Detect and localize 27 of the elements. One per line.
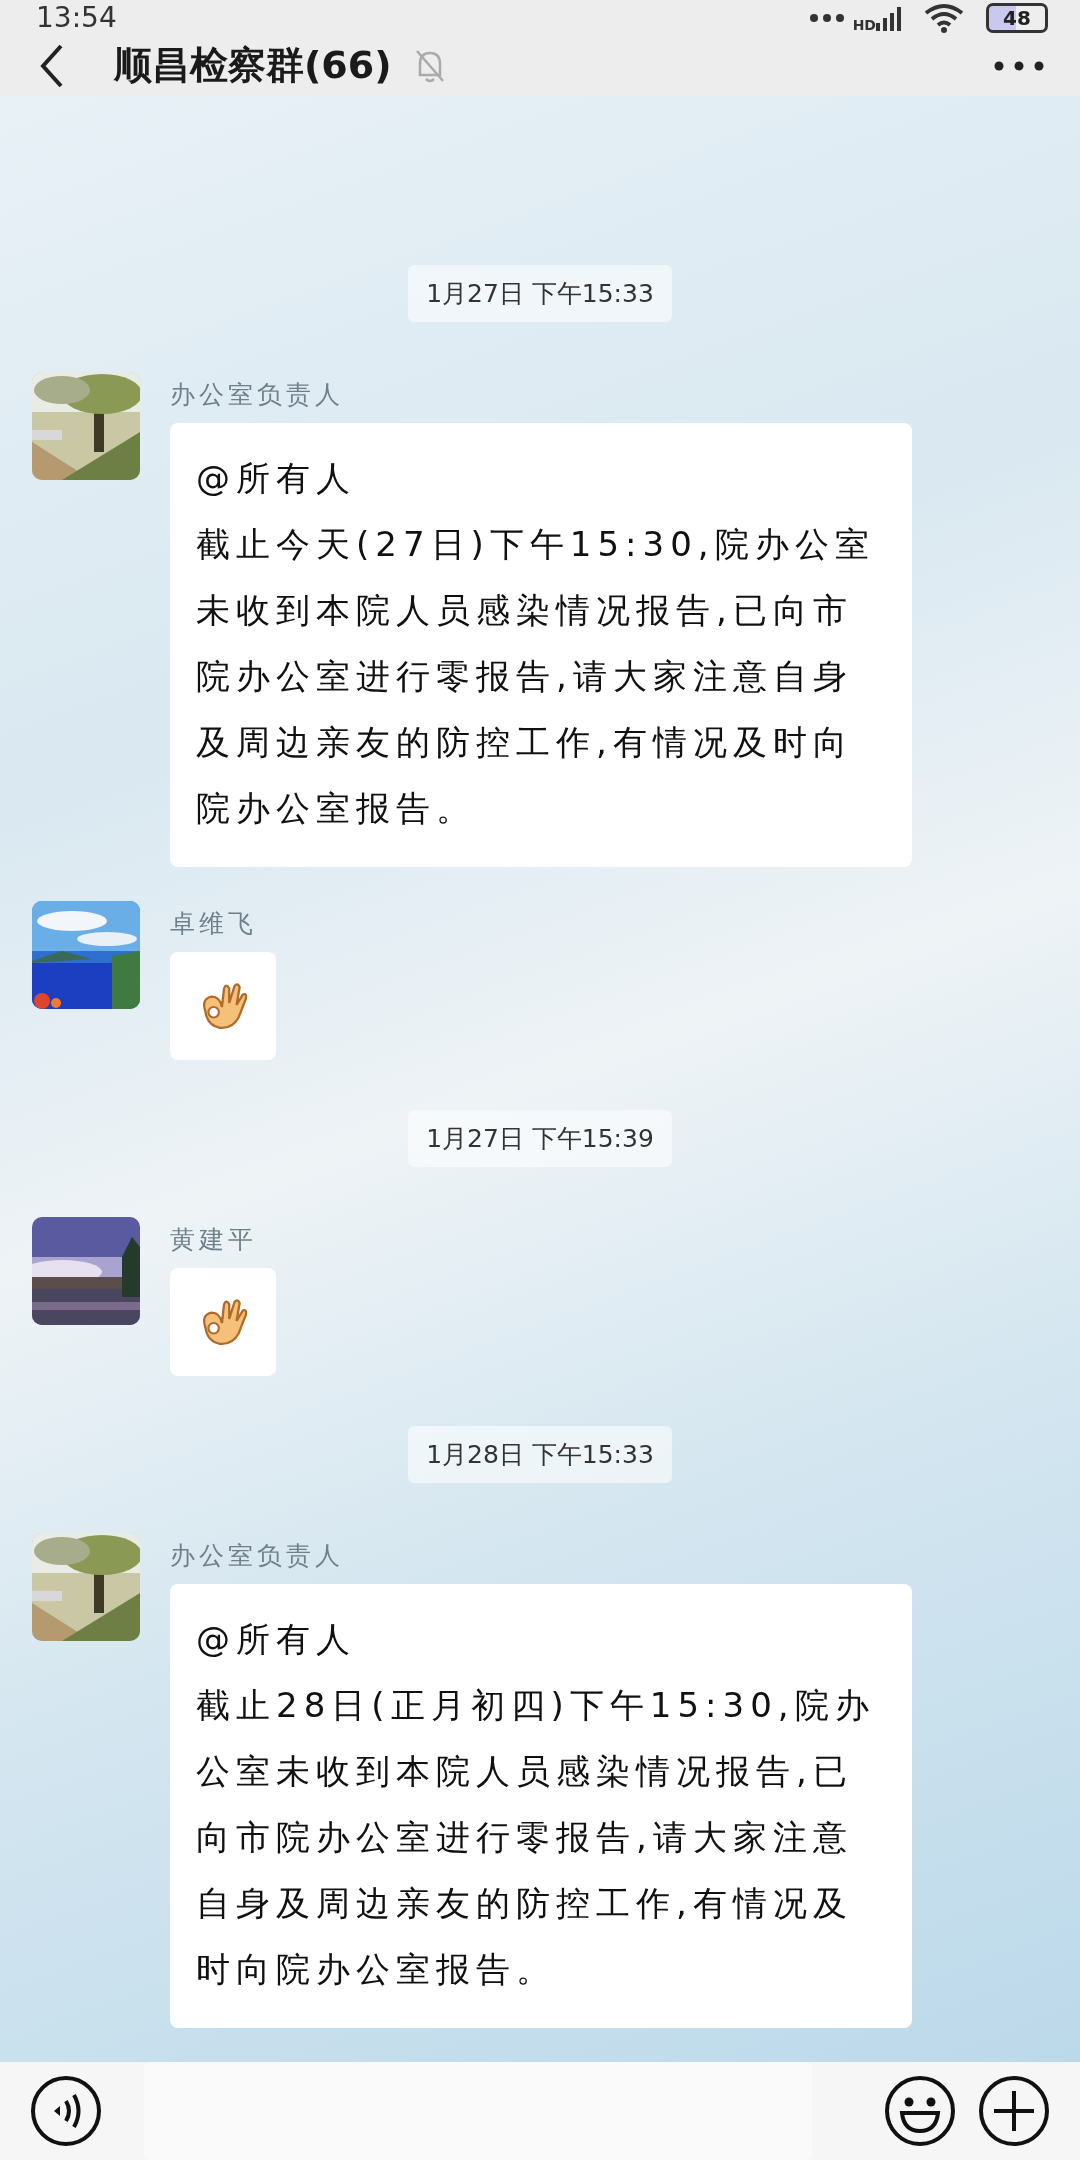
battery-icon: 48 (986, 2, 1048, 33)
wifi-icon (924, 2, 964, 33)
emoji-icon[interactable] (884, 2075, 956, 2147)
network-type: HD (852, 16, 876, 33)
sender-name: 黄建平 (170, 1224, 257, 1256)
message-bubble[interactable]: @所有人 截止28日(正月初四)下午15:30,院办公室未收到本院人员感染情况报告,已向市院办公室进行零报告,请大家注意自身及周边亲友的防控工作,有情况及时向院办公室报告。 (170, 1584, 912, 2028)
voice-icon[interactable] (30, 2075, 102, 2147)
status-time: 13:54 (36, 1, 117, 35)
mention: @所有人 (196, 1618, 357, 1661)
mention: @所有人 (196, 457, 357, 500)
message-bubble[interactable] (170, 1268, 276, 1376)
back-icon[interactable] (40, 43, 64, 88)
message-text: 截止28日(正月初四)下午15:30,院办公室未收到本院人员感染情况报告,已向市院办公室进行零报告,请大家注意自身及周边亲友的防控工作,有情况及时向院办公室报告。 (196, 1684, 876, 1991)
plus-icon[interactable] (978, 2075, 1050, 2147)
more-dots-icon (808, 12, 845, 23)
more-icon[interactable] (994, 60, 1044, 71)
message-bubble[interactable] (170, 952, 276, 1060)
sender-name: 办公室负责人 (170, 379, 344, 411)
sender-name: 卓维飞 (170, 908, 257, 940)
message-text: 截止今天(27日)下午15:30,院办公室未收到本院人员感染情况报告,已向市院办公室进行零报告,请大家注意自身及周边亲友的防控工作,有情况及时向院办公室报告。 (196, 523, 876, 830)
timestamp: 1月27日 下午15:33 (408, 265, 672, 322)
timestamp: 1月28日 下午15:33 (408, 1426, 672, 1483)
sender-name: 办公室负责人 (170, 1540, 344, 1572)
chat-title: 顺昌检察群(66) (114, 42, 392, 90)
message-input[interactable] (144, 2062, 812, 2160)
timestamp: 1月27日 下午15:39 (408, 1110, 672, 1167)
message-bubble[interactable]: @所有人 截止今天(27日)下午15:30,院办公室未收到本院人员感染情况报告,已向市院办公室进行零报告,请大家注意自身及周边亲友的防控工作,有情况及时向院办公室报告。 (170, 423, 912, 867)
